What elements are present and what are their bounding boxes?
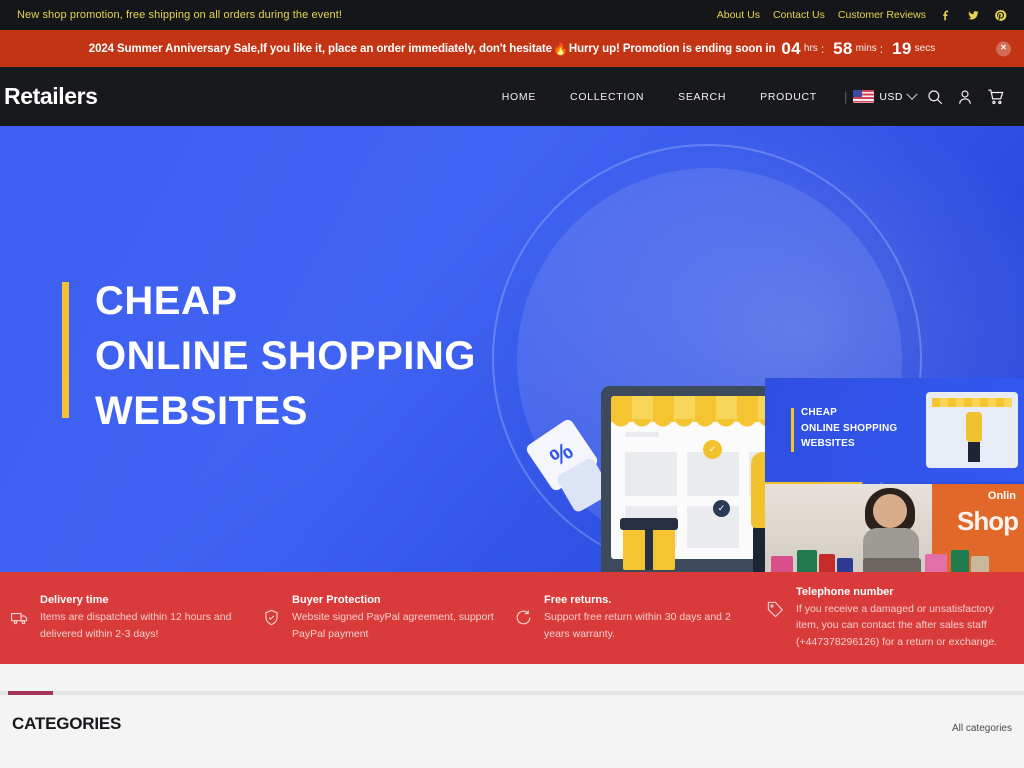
feature-title: Buyer Protection [292, 594, 381, 607]
features-strip: Delivery time Items are dispatched withi… [0, 572, 1024, 664]
link-customer-reviews[interactable]: Customer Reviews [838, 9, 926, 21]
feature-title: Free returns. [544, 594, 612, 607]
thumbnail-overlay-text: Shop [957, 506, 1019, 536]
scrollbar-thumb[interactable] [8, 691, 53, 695]
site-header: Retailers HOME COLLECTION SEARCH PRODUCT… [0, 67, 1024, 126]
announcement-bar: New shop promotion, free shipping on all… [0, 0, 1024, 30]
currency-selector[interactable]: USD [853, 88, 918, 103]
hero-thumbnail-slide-1[interactable]: CHEAP ONLINE SHOPPING WEBSITES [765, 378, 1024, 482]
close-icon[interactable]: × [996, 41, 1011, 56]
shopping-bag [837, 558, 853, 572]
hero-title-line-1: CHEAP [95, 279, 238, 323]
nav-item-collection[interactable]: COLLECTION [553, 91, 661, 103]
feature-buyer-protection: Buyer Protection Website signed PayPal a… [260, 594, 512, 642]
thumbnail-overlay-small: Onlin [987, 490, 1016, 502]
truck-icon [8, 594, 30, 627]
gift-box-icon [620, 518, 678, 570]
nav-divider: | [843, 89, 848, 104]
search-icon[interactable] [920, 88, 950, 106]
hero-title-line-3: WEBSITES [95, 388, 308, 433]
nav-item-home[interactable]: HOME [485, 91, 553, 103]
us-flag-icon [853, 90, 875, 103]
countdown-seconds: 19 [892, 38, 912, 58]
hero-accent-bar [62, 282, 69, 418]
feature-delivery-time: Delivery time Items are dispatched withi… [8, 594, 260, 642]
topbar-links: About Us Contact Us Customer Reviews [717, 8, 1007, 22]
nav-item-search[interactable]: SEARCH [661, 91, 743, 103]
horizontal-scrollbar[interactable] [0, 691, 1024, 695]
hero-title-line-2: ONLINE SHOPPING [95, 333, 476, 378]
promo-urgency: Hurry up! Promotion is ending soon in [568, 42, 776, 55]
page-title: CATEGORIES [12, 714, 122, 733]
feature-title: Delivery time [40, 594, 109, 607]
nav-item-product[interactable]: PRODUCT [743, 91, 834, 103]
countdown-hours: 04 [781, 38, 801, 58]
feature-telephone-number: Telephone number If you receive a damage… [764, 586, 1016, 650]
thumbnail-title-line-3: WEBSITES [801, 438, 855, 449]
feature-free-returns: Free returns. Support free return within… [512, 594, 764, 642]
shopping-bag [951, 550, 969, 572]
countdown-separator-1: : [820, 41, 825, 56]
chevron-down-icon [906, 88, 918, 100]
countdown-hours-unit: hrs [803, 43, 818, 54]
return-arrow-icon [512, 594, 534, 627]
currency-label: USD [879, 90, 903, 103]
promo-text: 2024 Summer Anniversary Sale,If you like… [88, 42, 552, 55]
hero-thumbnail-slide-2[interactable]: Onlin Shop [765, 484, 1024, 572]
thumbnail-title-line-1: CHEAP [801, 407, 838, 418]
feature-description: Items are dispatched within 12 hours and… [40, 611, 232, 640]
pinterest-icon[interactable] [993, 8, 1007, 22]
tag-icon [764, 586, 786, 619]
facebook-icon[interactable] [939, 8, 953, 22]
categories-section: CATEGORIES All categories [0, 664, 1024, 768]
thumbnail-accent-bar [791, 408, 794, 452]
cart-icon[interactable] [980, 87, 1010, 106]
thumbnail-illustration [926, 392, 1018, 468]
link-about-us[interactable]: About Us [717, 9, 760, 21]
thumbnail-title-line-2: ONLINE SHOPPING [801, 422, 898, 434]
promo-countdown-banner: 2024 Summer Anniversary Sale,If you like… [0, 30, 1024, 67]
feature-description: Support free return within 30 days and 2… [544, 611, 731, 640]
countdown-seconds-unit: secs [914, 43, 936, 54]
shopping-bag [925, 554, 947, 572]
countdown-separator-2: : [879, 41, 884, 56]
all-categories-link[interactable]: All categories [952, 723, 1012, 734]
hero-banner: ✓ ✓ CHEAP ONLINE SHOPPING WEBSITES Shop … [0, 126, 1024, 572]
feature-title: Telephone number [796, 586, 894, 599]
logo[interactable]: Retailers [4, 83, 98, 110]
announcement-message: New shop promotion, free shipping on all… [17, 9, 343, 21]
twitter-icon[interactable] [966, 8, 980, 22]
shield-check-icon [260, 594, 282, 627]
shopping-bag [771, 556, 793, 572]
feature-description: Website signed PayPal agreement, support… [292, 611, 494, 640]
main-navigation: HOME COLLECTION SEARCH PRODUCT | USD [485, 87, 1010, 106]
link-contact-us[interactable]: Contact Us [773, 9, 825, 21]
feature-description: If you receive a damaged or unsatisfacto… [796, 603, 998, 648]
hero-copy: CHEAP ONLINE SHOPPING WEBSITES [62, 274, 582, 438]
account-icon[interactable] [950, 88, 980, 106]
woman-laptop [863, 558, 921, 572]
shopping-bag [797, 550, 817, 572]
fire-icon: 🔥 [552, 41, 568, 56]
shopping-bag [971, 556, 989, 572]
woman-head [873, 494, 907, 528]
shopping-bag [819, 554, 835, 572]
countdown-minutes: 58 [833, 38, 853, 58]
countdown-minutes-unit: mins [855, 43, 877, 54]
